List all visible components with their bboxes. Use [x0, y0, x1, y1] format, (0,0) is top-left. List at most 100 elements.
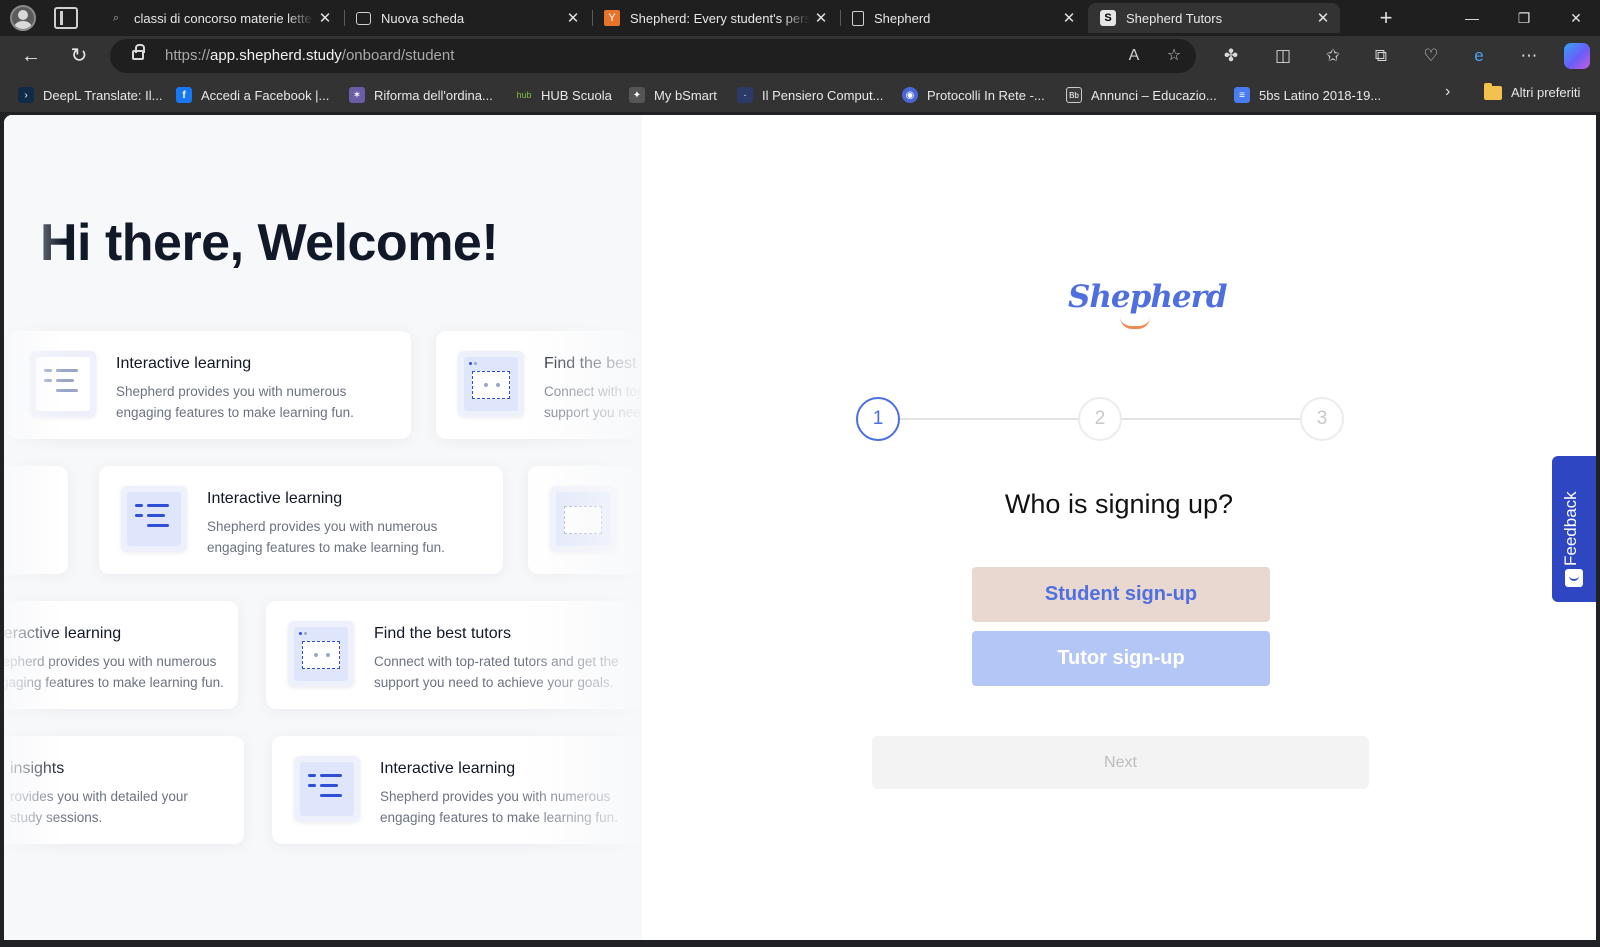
logo-smile-icon	[1120, 317, 1150, 329]
step-connector	[900, 418, 1080, 420]
tab-classi-di-concorso[interactable]: ⌕ classi di concorso materie lette ✕	[96, 3, 342, 33]
bookmark-riforma[interactable]: ✶ Riforma dell'ordina...	[349, 85, 493, 105]
blackboard-icon: Bb	[1066, 87, 1082, 103]
feature-card	[4, 466, 68, 574]
bookmark-annunci[interactable]: Bb Annunci – Educazio...	[1066, 85, 1217, 105]
extensions-icon[interactable]: ✤	[1218, 43, 1244, 69]
signup-question: Who is signing up?	[1004, 489, 1234, 519]
feature-card: Find the best tutors Connect with top-ra…	[436, 331, 642, 439]
edge-sidebar-icon[interactable]: e	[1466, 43, 1492, 69]
close-tab-icon[interactable]: ✕	[1058, 9, 1080, 27]
card-description: Shepherd provides you with numerous enga…	[4, 654, 224, 690]
new-tab-icon[interactable]: +	[1372, 4, 1400, 32]
riforma-icon: ✶	[349, 87, 365, 103]
profile-avatar[interactable]	[10, 5, 36, 31]
chevron-right-icon[interactable]: ›	[1445, 83, 1450, 101]
bookmark-facebook[interactable]: f Accedi a Facebook |...	[176, 85, 329, 105]
feature-card: Find the best tutors Connect with top-ra…	[266, 601, 642, 709]
card-title: Interactive learning	[207, 490, 343, 507]
tutor-signup-button[interactable]: Tutor sign-up	[972, 631, 1270, 686]
card-description: Shepherd provides you with numerous enga…	[207, 519, 445, 555]
feature-card: Interactive learning Shepherd provides y…	[8, 331, 411, 439]
feedback-smile-icon	[1565, 569, 1583, 587]
hub-icon: hub	[516, 90, 532, 100]
card-description: Connect with top-rated tutors and get th…	[374, 654, 619, 690]
lock-icon[interactable]	[132, 44, 145, 60]
bookmark-pensiero[interactable]: · Il Pensiero Comput...	[737, 85, 883, 105]
feature-card: Interactive learning Shepherd provides y…	[99, 466, 503, 574]
bookmarks-bar: › DeepL Translate: Il... f Accedi a Facebo…	[0, 76, 1600, 112]
shepherd-favicon-icon: S	[1100, 10, 1116, 26]
next-button[interactable]: Next	[872, 736, 1369, 789]
close-tab-icon[interactable]: ✕	[1312, 9, 1334, 27]
find-tutors-icon	[288, 621, 354, 687]
card-title: Find the best tutors	[374, 625, 511, 642]
feature-card: insights rovides you with detailed your …	[4, 736, 244, 844]
feature-card	[528, 466, 642, 574]
split-screen-icon[interactable]: ◫	[1270, 43, 1296, 69]
feedback-label: Feedback	[1561, 491, 1580, 566]
page-icon	[852, 10, 864, 26]
tab-strip: ⌕ classi di concorso materie lette ✕ Nuo…	[0, 0, 1600, 36]
close-tab-icon[interactable]: ✕	[314, 9, 336, 27]
minimize-icon[interactable]: —	[1448, 0, 1496, 36]
pensiero-icon: ·	[737, 87, 753, 103]
url-text[interactable]: https://app.shepherd.study/onboard/stude…	[165, 47, 454, 64]
tab-nuova-scheda[interactable]: Nuova scheda ✕	[344, 3, 590, 33]
shepherd-logo: Shepherd	[1068, 279, 1228, 315]
back-icon[interactable]: ←	[16, 42, 46, 70]
copilot-icon[interactable]	[1564, 43, 1590, 69]
close-tab-icon[interactable]: ✕	[810, 9, 832, 27]
card-description: Shepherd provides you with numerous enga…	[380, 789, 618, 825]
facebook-icon: f	[176, 87, 192, 103]
find-tutors-icon	[550, 486, 616, 552]
restore-icon[interactable]: ❐	[1500, 0, 1548, 36]
card-title: Find the best tutors	[544, 355, 642, 372]
tab-shepherd[interactable]: Shepherd ✕	[840, 3, 1086, 33]
address-bar[interactable]: https://app.shepherd.study/onboard/stude…	[110, 39, 1196, 73]
bookmark-deepl[interactable]: › DeepL Translate: Il...	[18, 85, 162, 105]
close-tab-icon[interactable]: ✕	[562, 9, 584, 27]
bookmark-5bs-latino[interactable]: ≡ 5bs Latino 2018-19...	[1234, 85, 1381, 105]
feature-card: Interactive learning Shepherd provides y…	[4, 601, 238, 709]
folder-icon	[1484, 82, 1502, 100]
signup-panel: Shepherd 1 2 3 Who is signing up? Studen…	[642, 115, 1596, 940]
read-aloud-icon[interactable]: A	[1122, 44, 1146, 68]
reload-icon[interactable]: ↻	[64, 42, 94, 70]
browser-toolbar: ← ↻ https://app.shepherd.study/onboard/s…	[0, 36, 1600, 76]
tab-shepherd-tutors[interactable]: S Shepherd Tutors ✕	[1088, 3, 1340, 33]
bookmark-my-bsmart[interactable]: ✦ My bSmart	[629, 85, 717, 105]
find-tutors-icon	[458, 351, 524, 417]
interactive-learning-icon	[121, 486, 187, 552]
newtab-icon	[356, 11, 371, 25]
step-connector	[1122, 418, 1302, 420]
bookmark-protocolli[interactable]: ◉ Protocolli In Rete -...	[902, 85, 1045, 105]
student-signup-button[interactable]: Student sign-up	[972, 567, 1270, 622]
card-description: Connect with top-rated tutors and get th…	[544, 384, 642, 420]
welcome-panel: Hi there, Welcome! Interactive learning …	[4, 115, 642, 940]
card-title: Interactive learning	[380, 760, 516, 777]
bookmark-hub-scuola[interactable]: hub HUB Scuola	[516, 85, 611, 105]
feedback-button[interactable]: Feedback	[1552, 456, 1596, 602]
interactive-learning-icon	[294, 756, 360, 822]
search-icon: ⌕	[112, 11, 120, 24]
page-viewport: Hi there, Welcome! Interactive learning …	[4, 115, 1596, 940]
welcome-heading: Hi there, Welcome!	[40, 214, 499, 272]
step-1: 1	[856, 397, 900, 441]
favorite-star-icon[interactable]: ☆	[1162, 44, 1186, 68]
favorites-icon[interactable]: ✩	[1320, 43, 1346, 69]
card-title: Interactive learning	[116, 355, 252, 372]
card-description: Shepherd provides you with numerous enga…	[116, 384, 354, 420]
browser-essentials-icon[interactable]: ♡	[1418, 43, 1444, 69]
protocolli-icon: ◉	[902, 87, 918, 103]
tab-shepherd-every-student[interactable]: Y Shepherd: Every student's pers ✕	[592, 3, 838, 33]
deepl-icon: ›	[18, 87, 34, 103]
more-options-icon[interactable]: ⋯	[1516, 43, 1542, 69]
card-title: insights	[10, 760, 65, 777]
collections-icon[interactable]: ⧉	[1368, 43, 1394, 69]
bsmart-icon: ✦	[629, 87, 645, 103]
bookmark-folder-altri-preferiti[interactable]: Altri preferiti	[1484, 82, 1580, 100]
tab-actions-icon[interactable]	[54, 7, 78, 29]
card-description: rovides you with detailed your study ses…	[10, 789, 188, 825]
close-window-icon[interactable]: ✕	[1552, 0, 1600, 36]
